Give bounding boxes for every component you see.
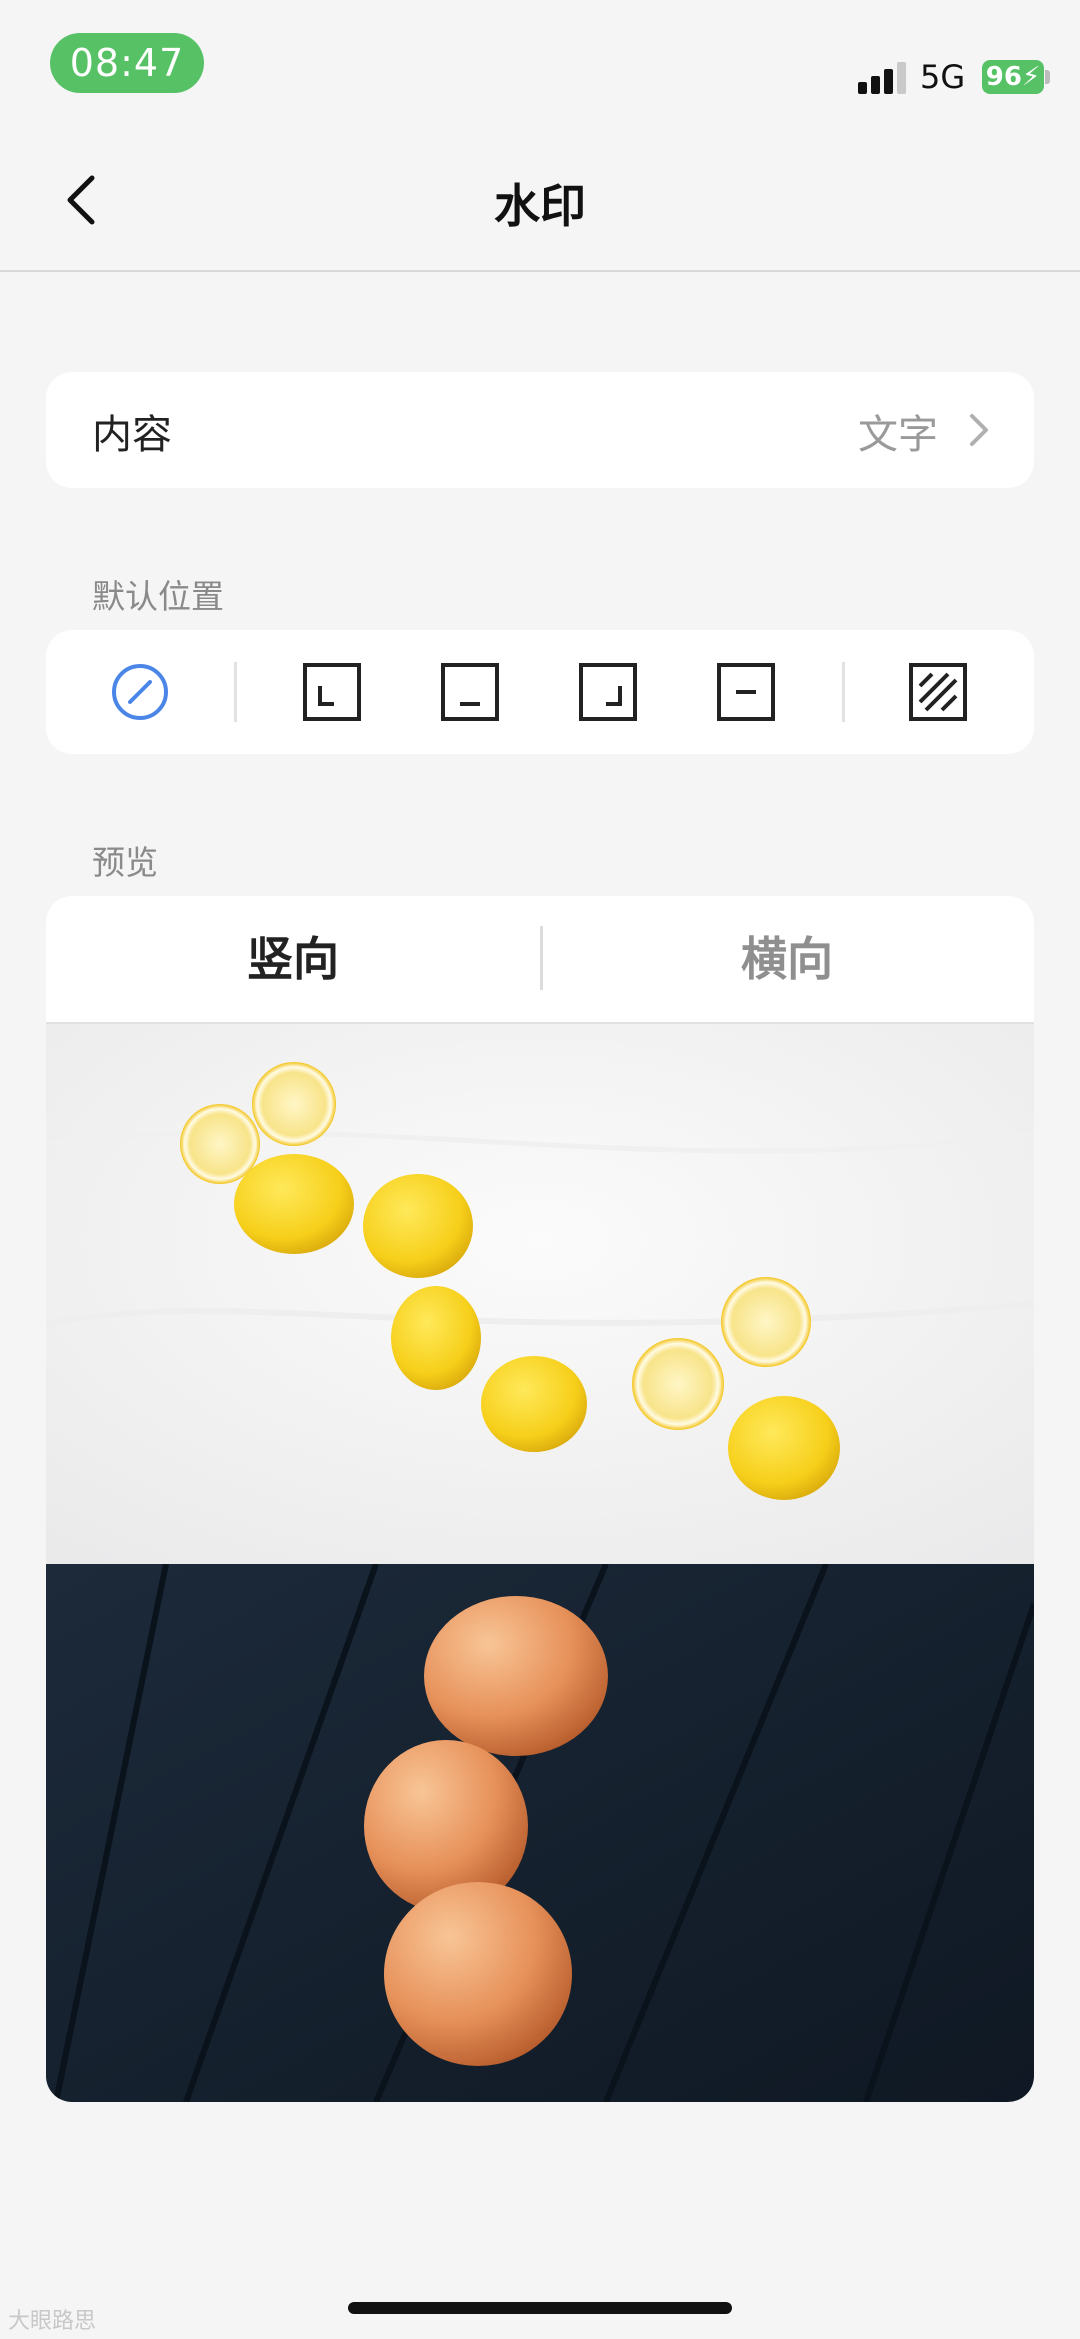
content-label: 内容 — [92, 412, 172, 458]
position-none-button[interactable] — [110, 662, 170, 722]
bottom-center-position-icon — [441, 663, 499, 721]
home-indicator[interactable] — [348, 2302, 732, 2314]
no-watermark-icon — [112, 664, 168, 720]
bottom-left-position-icon — [303, 663, 361, 721]
tab-portrait[interactable]: 竖向 — [46, 896, 540, 1022]
nav-bar: 水印 — [0, 120, 1080, 272]
lemons-photo — [46, 1024, 1034, 1564]
position-bottom-center-button[interactable] — [440, 662, 500, 722]
default-position-label: 默认位置 — [92, 577, 224, 616]
signal-icon — [858, 62, 908, 94]
apricots-photo — [46, 1564, 1034, 2102]
divider — [234, 662, 237, 722]
battery-level: 96 — [985, 62, 1022, 92]
position-center-button[interactable] — [716, 662, 776, 722]
divider — [842, 662, 845, 722]
preview-orientation-tabs: 竖向 横向 — [46, 896, 1034, 1024]
tab-landscape[interactable]: 横向 — [540, 896, 1034, 1022]
tiled-position-icon — [909, 663, 967, 721]
bottom-right-position-icon — [579, 663, 637, 721]
watermark-logo: 大眼路思 — [8, 2309, 97, 2334]
status-time: 08:47 — [50, 33, 204, 93]
network-type: 5G — [920, 58, 966, 96]
preview-label: 预览 — [92, 843, 158, 882]
preview-area — [46, 1024, 1034, 2102]
position-bottom-right-button[interactable] — [578, 662, 638, 722]
battery-icon: 96⚡ — [982, 60, 1044, 94]
center-position-icon — [717, 663, 775, 721]
position-bottom-left-button[interactable] — [302, 662, 362, 722]
status-bar: 08:47 5G 96⚡ — [0, 0, 1080, 120]
chevron-right-icon — [970, 414, 988, 446]
content-value: 文字 — [858, 412, 938, 458]
position-tiled-button[interactable] — [908, 662, 968, 722]
content-row[interactable]: 内容 文字 — [46, 372, 1034, 488]
position-picker — [46, 630, 1034, 754]
battery-tip — [1045, 70, 1050, 84]
page-title: 水印 — [494, 179, 586, 233]
